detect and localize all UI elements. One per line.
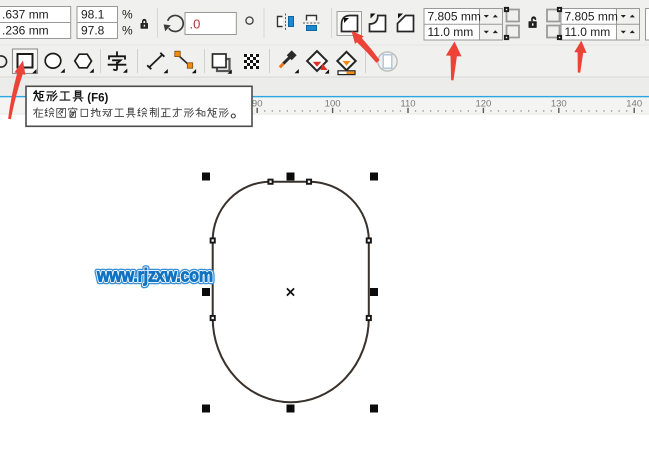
svg-text:7.805 mm: 7.805 mm bbox=[428, 9, 481, 23]
svg-text:98.1: 98.1 bbox=[81, 8, 105, 22]
svg-text:100: 100 bbox=[325, 98, 341, 109]
svg-text:7.805 mm: 7.805 mm bbox=[565, 9, 618, 23]
svg-text:11.0 mm: 11.0 mm bbox=[428, 25, 474, 39]
svg-text:.637 mm: .637 mm bbox=[2, 8, 49, 22]
svg-text:(F6): (F6) bbox=[87, 92, 108, 104]
svg-text:11.0 mm: 11.0 mm bbox=[565, 25, 611, 39]
svg-text:140: 140 bbox=[626, 98, 642, 109]
svg-text:130: 130 bbox=[551, 98, 567, 109]
svg-text:110: 110 bbox=[400, 98, 415, 109]
svg-text:90: 90 bbox=[252, 98, 263, 109]
svg-text:.236 mm: .236 mm bbox=[2, 24, 49, 38]
svg-text:97.8: 97.8 bbox=[81, 24, 105, 38]
svg-text:www.rjzxw.com: www.rjzxw.com bbox=[96, 266, 213, 286]
svg-text:%: % bbox=[122, 8, 133, 22]
svg-text:%: % bbox=[122, 24, 133, 38]
svg-text:120: 120 bbox=[475, 98, 491, 109]
svg-text:.0: .0 bbox=[190, 16, 201, 31]
